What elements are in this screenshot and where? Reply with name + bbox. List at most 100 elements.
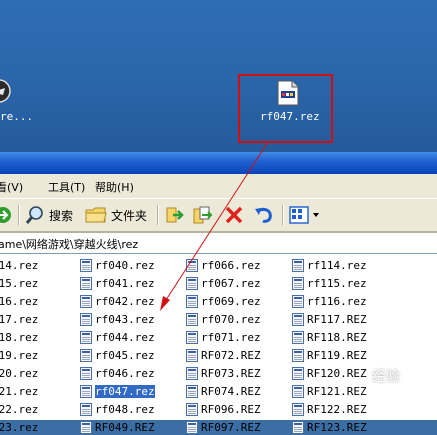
list-item[interactable]: 014.rez (0, 257, 38, 273)
rez-file-icon (186, 330, 198, 344)
app-shortcut-icon[interactable] (0, 78, 12, 104)
list-item[interactable]: 020.rez (0, 365, 38, 381)
rez-file-icon (292, 294, 304, 308)
list-item[interactable]: rf041.rez (80, 275, 155, 291)
list-item[interactable]: RF117.REZ (292, 311, 367, 327)
search-label: 搜索 (49, 208, 74, 223)
list-item[interactable]: rf040.rez (80, 257, 155, 273)
rez-file-icon (292, 330, 304, 344)
rez-file-icon (80, 348, 92, 362)
delete-button[interactable] (224, 203, 244, 227)
toolbar: 搜索 文件夹 (0, 198, 437, 232)
list-item[interactable]: RF074.REZ (186, 383, 261, 399)
address-bar[interactable]: ame\网络游戏\穿越火线\rez (0, 232, 437, 254)
views-button[interactable] (289, 203, 321, 227)
rez-file-icon (186, 276, 198, 290)
toolbar-separator (18, 205, 19, 225)
rez-file-icon (186, 294, 198, 308)
undo-button[interactable] (253, 203, 275, 227)
list-item[interactable]: rf070.rez (186, 311, 261, 327)
list-item[interactable]: rf046.rez (80, 365, 155, 381)
list-item[interactable]: RF122.REZ (292, 401, 367, 417)
list-item[interactable]: rf067.rez (186, 275, 261, 291)
rez-file-icon (80, 258, 92, 272)
folder-icon (85, 207, 107, 223)
list-item[interactable]: rf066.rez (186, 257, 261, 273)
list-item[interactable]: RF096.REZ (186, 401, 261, 417)
list-item[interactable]: 021.rez (0, 383, 38, 399)
list-item[interactable]: 019.rez (0, 347, 38, 363)
rez-file-icon (186, 312, 198, 326)
list-item[interactable]: RF118.REZ (292, 329, 367, 345)
rez-file-icon (80, 402, 92, 416)
list-item[interactable]: rf043.rez (80, 311, 155, 327)
list-item[interactable]: RF097.REZ (186, 419, 261, 435)
move-to-button[interactable] (164, 203, 186, 227)
list-item[interactable]: 023.rez (0, 419, 38, 435)
list-item[interactable]: rf042.rez (80, 293, 155, 309)
copy-to-icon (193, 206, 213, 224)
list-item[interactable]: RF119.REZ (292, 347, 367, 363)
list-item[interactable]: rf114.rez (292, 257, 367, 273)
rez-file-icon (80, 312, 92, 326)
rez-file-icon (292, 420, 304, 434)
desktop: re... rf047.rez (0, 0, 437, 152)
views-grid-icon (289, 206, 319, 224)
list-item[interactable]: RF120.REZ (292, 365, 367, 381)
list-item[interactable]: 015.rez (0, 275, 38, 291)
list-item[interactable]: 016.rez (0, 293, 38, 309)
rez-file-icon (186, 366, 198, 380)
desktop-file-label[interactable]: rf047.rez (260, 110, 320, 123)
list-item[interactable]: RF049.REZ (80, 419, 155, 435)
list-item[interactable]: 017.rez (0, 311, 38, 327)
rez-file-icon (292, 258, 304, 272)
list-item[interactable]: rf045.rez (80, 347, 155, 363)
list-item[interactable]: 018.rez (0, 329, 38, 345)
list-item[interactable]: rf069.rez (186, 293, 261, 309)
selected-file-row[interactable]: rf047.rez (80, 383, 156, 399)
rez-file-icon (186, 348, 198, 362)
move-to-icon (166, 207, 184, 223)
rez-file-icon[interactable] (276, 80, 300, 106)
rez-file-icon (186, 402, 198, 416)
watermark-text: 经验 (372, 369, 400, 385)
list-item[interactable]: RF072.REZ (186, 347, 261, 363)
list-item[interactable]: 022.rez (0, 401, 38, 417)
delete-x-icon (225, 206, 243, 224)
desktop-icon-label: re... (0, 110, 34, 123)
title-bar[interactable] (0, 152, 437, 174)
menu-tools[interactable]: 工具(T) (48, 179, 85, 195)
rez-file-icon (292, 366, 304, 380)
rez-file-icon (292, 348, 304, 362)
rez-file-icon (80, 276, 92, 290)
list-item[interactable]: rf071.rez (186, 329, 261, 345)
rez-file-icon (186, 384, 198, 398)
folders-button[interactable]: 文件夹 (85, 203, 147, 227)
search-button[interactable]: 搜索 (24, 203, 73, 227)
menu-help[interactable]: 帮助(H) (95, 179, 134, 195)
forward-arrow-icon (0, 207, 11, 223)
rez-file-icon (292, 312, 304, 326)
rez-file-icon (80, 366, 92, 380)
list-item[interactable]: rf048.rez (80, 401, 155, 417)
list-item[interactable]: RF073.REZ (186, 365, 261, 381)
forward-button[interactable] (0, 203, 12, 227)
menu-view[interactable]: 看(V) (0, 179, 23, 195)
address-path[interactable]: ame\网络游戏\穿越火线\rez (0, 236, 138, 252)
list-item[interactable]: RF123.REZ (292, 419, 367, 435)
list-item[interactable]: RF121.REZ (292, 383, 367, 399)
list-item[interactable]: rf116.rez (292, 293, 367, 309)
rez-file-icon (186, 420, 198, 434)
rez-file-icon (292, 384, 304, 398)
rez-file-icon (80, 294, 92, 308)
file-list: 014.rez 015.rez 016.rez 017.rez 018.rez … (0, 254, 437, 434)
copy-to-button[interactable] (192, 203, 214, 227)
folders-label: 文件夹 (111, 208, 148, 223)
toolbar-separator (282, 205, 283, 225)
list-item[interactable]: rf044.rez (80, 329, 155, 345)
list-item[interactable]: rf115.rez (292, 275, 367, 291)
rez-file-icon (292, 402, 304, 416)
toolbar-separator (157, 205, 158, 225)
rez-file-icon (80, 384, 92, 398)
rez-file-icon (80, 420, 92, 434)
